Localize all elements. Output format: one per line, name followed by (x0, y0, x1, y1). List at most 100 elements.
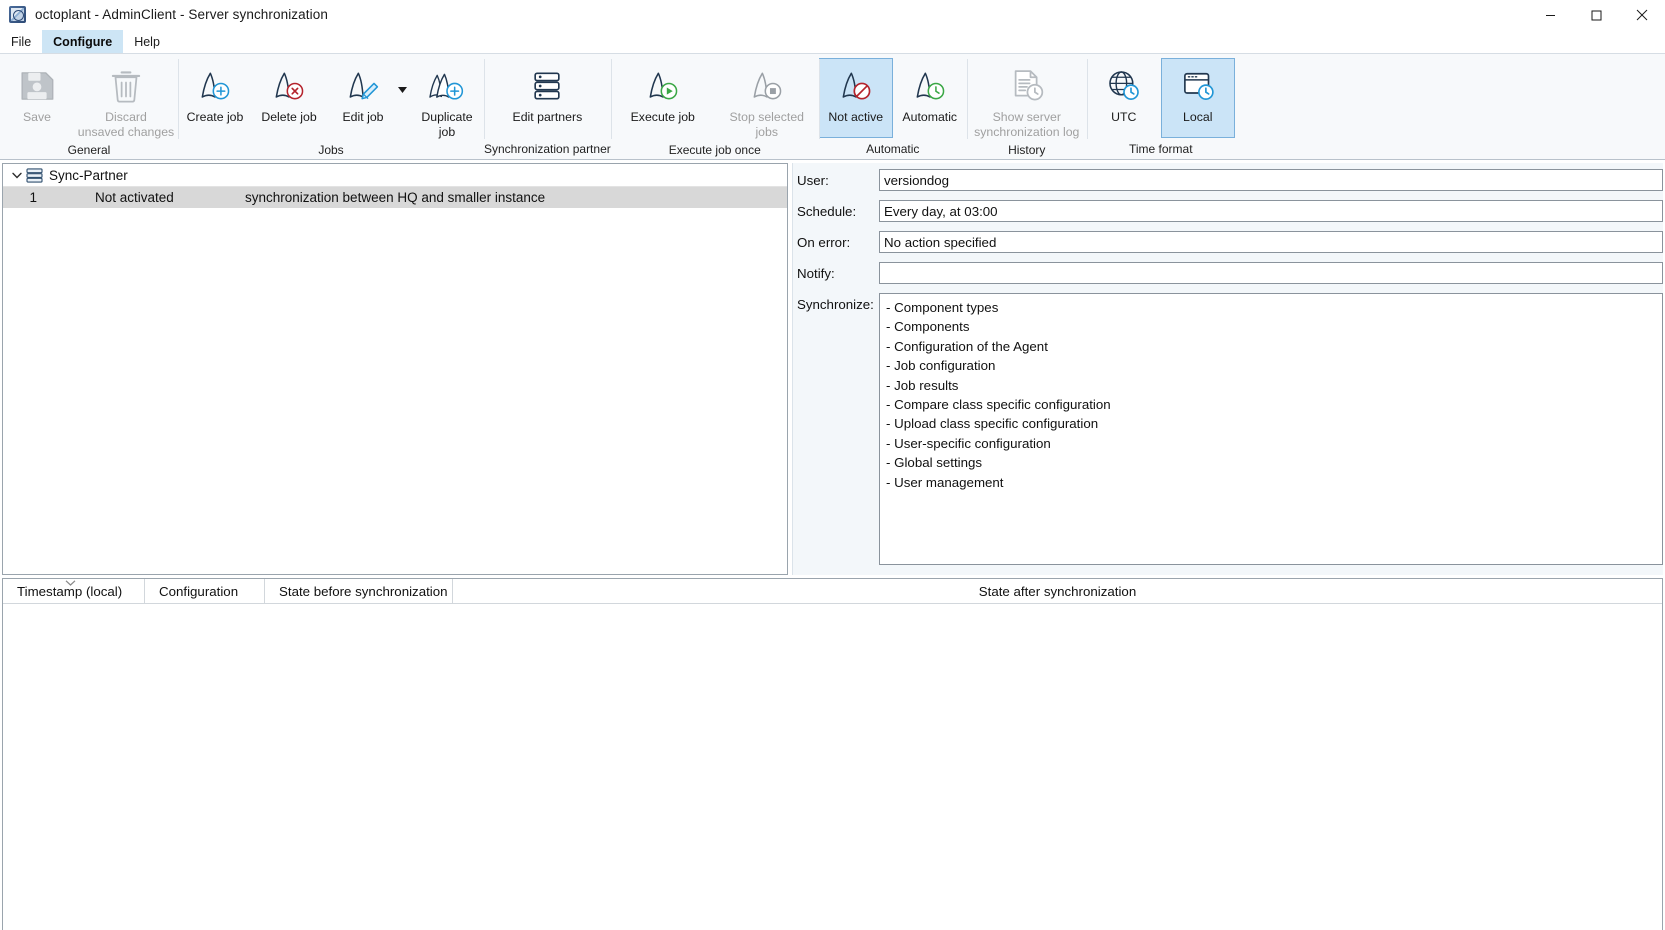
window-controls (1527, 0, 1665, 30)
column-header-state-before[interactable]: State before synchronization (265, 579, 453, 604)
not-active-label: Not active (828, 110, 884, 124)
notify-label: Notify: (797, 266, 835, 281)
column-header-state-after[interactable]: State after synchronization (453, 579, 1662, 604)
execute-job-button[interactable]: Execute job (611, 58, 715, 138)
local-label: Local (1183, 110, 1213, 124)
server-icon (25, 167, 43, 183)
list-item: - Configuration of the Agent (886, 338, 1048, 354)
window-clock-icon (1177, 64, 1219, 108)
user-label: User: (797, 173, 829, 188)
ribbon-group-history-title: History (1008, 143, 1046, 157)
list-item: - Components (886, 319, 970, 335)
server-stack-icon (527, 64, 567, 108)
menu-item-file[interactable]: File (0, 30, 42, 53)
job-blocked-icon (834, 64, 878, 108)
ribbon-group-history: Show server synchronization log History (966, 54, 1087, 159)
job-details-form: User: versiondog Schedule: Every day, at… (797, 169, 1663, 575)
execute-job-label: Execute job (630, 110, 695, 124)
on-error-label: On error: (797, 235, 851, 250)
on-error-field[interactable]: No action specified (879, 231, 1663, 253)
save-icon (16, 64, 58, 108)
title-bar: octoplant - AdminClient - Server synchro… (0, 0, 1665, 30)
ribbon-group-sync-partner-title: Synchronization partner (484, 142, 611, 156)
column-header-state-before-label: State before synchronization (279, 584, 448, 599)
edit-partners-button[interactable]: Edit partners (487, 58, 607, 138)
job-play-icon (641, 64, 685, 108)
document-clock-icon (1006, 64, 1048, 108)
ribbon-group-jobs-title: Jobs (318, 143, 344, 157)
show-server-sync-log-label: Show server synchronization log (974, 110, 1080, 139)
discard-unsaved-changes-label: Discard unsaved changes (77, 110, 175, 139)
window-title: octoplant - AdminClient - Server synchro… (35, 7, 328, 22)
user-field[interactable]: versiondog (879, 169, 1663, 191)
job-details-panel: User: versiondog Schedule: Every day, at… (792, 163, 1663, 575)
notify-field[interactable] (879, 262, 1663, 284)
column-header-state-after-label: State after synchronization (978, 584, 1137, 599)
column-header-configuration-label: Configuration (159, 584, 239, 599)
octoplant-app-icon (9, 6, 26, 23)
save-button[interactable]: Save (0, 58, 74, 138)
job-clock-icon (908, 64, 952, 108)
list-item: - Global settings (886, 455, 983, 471)
utc-button[interactable]: UTC (1087, 58, 1161, 138)
ribbon-group-sync-partner: Edit partners Synchronization partner (484, 54, 611, 159)
list-item: - Component types (886, 300, 999, 315)
save-label: Save (22, 110, 52, 124)
stop-selected-jobs-label: Stop selected jobs (729, 110, 804, 139)
edit-job-label: Edit job (342, 110, 384, 124)
show-server-sync-log-button[interactable]: Show server synchronization log (967, 58, 1087, 143)
automatic-button[interactable]: Automatic (893, 58, 967, 138)
edit-partners-label: Edit partners (512, 110, 583, 124)
ribbon-group-automatic-title: Automatic (866, 142, 920, 156)
delete-job-label: Delete job (261, 110, 317, 124)
sync-log-grid: Timestamp (local) Configuration State be… (2, 578, 1663, 930)
discard-unsaved-changes-button[interactable]: Discard unsaved changes (74, 58, 178, 143)
column-header-timestamp[interactable]: Timestamp (local) (3, 579, 145, 604)
ribbon-group-jobs: Create job Delete job Edit job Duplicate… (178, 54, 484, 159)
job-stop-icon (745, 64, 789, 108)
maximize-icon[interactable] (1573, 0, 1619, 30)
list-item: - User management (886, 474, 1004, 490)
jobs-tree-panel: Sync-Partner 1 Not activated synchroniza… (2, 163, 788, 575)
job-id: 1 (29, 190, 37, 205)
job-edit-icon (341, 64, 385, 108)
main-content-area: Sync-Partner 1 Not activated synchroniza… (0, 160, 1665, 575)
globe-clock-icon (1103, 64, 1145, 108)
edit-job-dropdown-arrow[interactable] (396, 84, 408, 96)
job-duplicate-icon (424, 64, 470, 108)
create-job-button[interactable]: Create job (178, 58, 252, 138)
column-header-configuration[interactable]: Configuration (145, 579, 265, 604)
local-button[interactable]: Local (1160, 58, 1235, 138)
delete-job-button[interactable]: Delete job (252, 58, 326, 138)
ribbon-group-automatic: Not active Automatic Automatic (818, 54, 967, 159)
duplicate-job-label: Duplicate job (421, 110, 473, 139)
not-active-button[interactable]: Not active (818, 58, 893, 138)
tree-root-sync-partner[interactable]: Sync-Partner (3, 164, 787, 187)
minimize-icon[interactable] (1527, 0, 1573, 30)
table-row[interactable]: 1 Not activated synchronization between … (3, 187, 787, 208)
ribbon-group-execute-once: Execute job Stop selected jobs Execute j… (610, 54, 819, 159)
ribbon-toolbar: Save Discard unsaved changes General Cre… (0, 53, 1665, 160)
menu-bar: File Configure Help (0, 30, 1665, 53)
duplicate-job-button[interactable]: Duplicate job (410, 58, 484, 143)
close-icon[interactable] (1619, 0, 1665, 30)
ribbon-group-time-format: UTC Local Time format (1086, 54, 1235, 159)
job-state: Not activated (95, 190, 174, 205)
synchronize-list[interactable]: - Component types - Components - Configu… (879, 293, 1663, 565)
stop-selected-jobs-button[interactable]: Stop selected jobs (715, 58, 819, 143)
menu-item-configure[interactable]: Configure (42, 30, 124, 53)
trash-icon (105, 64, 147, 108)
utc-label: UTC (1111, 110, 1137, 124)
chevron-up-icon (65, 579, 76, 587)
job-delete-icon (267, 64, 311, 108)
tree-root-label: Sync-Partner (49, 167, 128, 183)
edit-job-button[interactable]: Edit job (326, 58, 400, 138)
chevron-down-icon[interactable] (9, 172, 25, 179)
ribbon-group-execute-once-title: Execute job once (668, 143, 761, 157)
automatic-label: Automatic (902, 110, 958, 124)
create-job-label: Create job (186, 110, 244, 124)
grid-rows-container (3, 604, 1662, 889)
schedule-field[interactable]: Every day, at 03:00 (879, 200, 1663, 222)
ribbon-group-general: Save Discard unsaved changes General (0, 54, 178, 159)
menu-item-help[interactable]: Help (123, 30, 171, 53)
